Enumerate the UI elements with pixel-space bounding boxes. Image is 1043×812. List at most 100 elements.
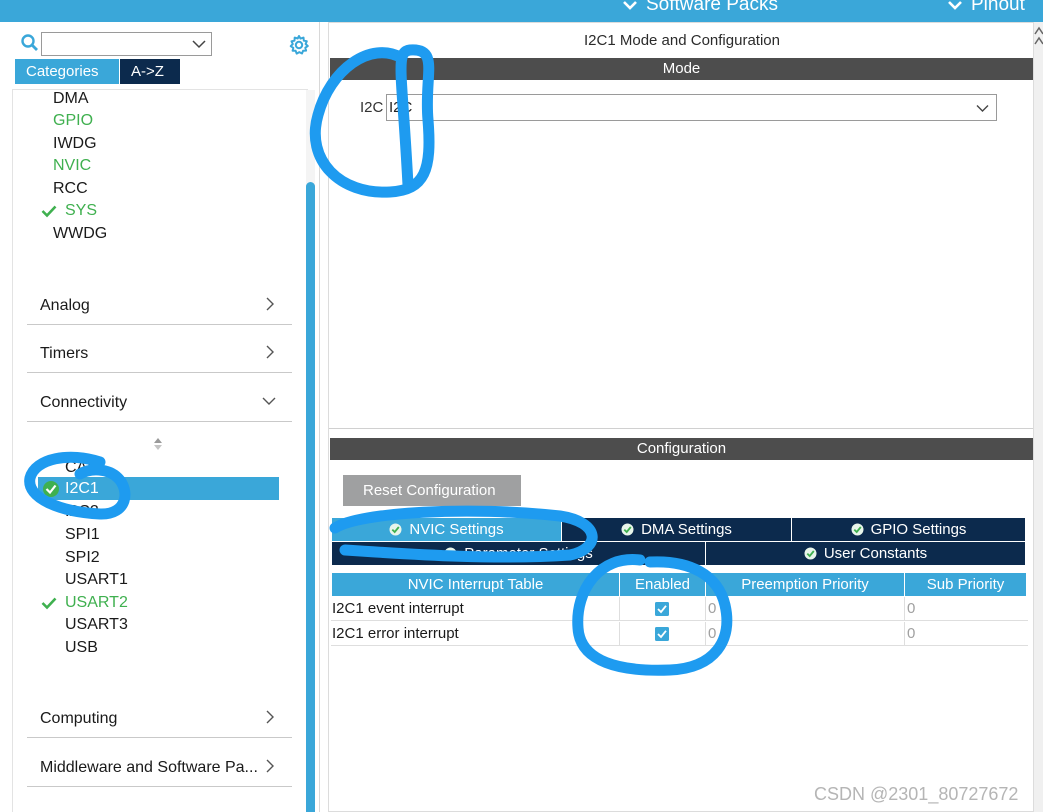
search-icon[interactable] [20, 33, 40, 53]
divider [705, 622, 706, 646]
ok-circle-icon [804, 547, 817, 560]
list-item-i2c1[interactable]: I2C1 [65, 479, 99, 499]
sort-icon[interactable] [152, 436, 164, 452]
ok-circle-icon [621, 523, 634, 536]
category-label: Connectivity [40, 394, 128, 411]
checkbox-checked-icon[interactable] [655, 602, 669, 616]
checkbox-checked-icon[interactable] [655, 627, 669, 641]
right-panel: I2C1 Mode and Configuration Mode I2C I2C… [328, 22, 1034, 812]
category-connectivity[interactable]: Connectivity [27, 392, 292, 422]
tab-label: DMA Settings [641, 521, 732, 538]
column-header-preemption-priority[interactable]: Preemption Priority [706, 573, 904, 596]
tab-label: GPIO Settings [870, 521, 967, 538]
mode-dropdown-value: I2C [389, 99, 413, 116]
chevron-down-icon[interactable] [192, 39, 206, 49]
chevron-right-icon [266, 710, 274, 724]
tab-a-z[interactable]: A->Z [120, 59, 180, 84]
tab-parameter-settings[interactable]: Parameter Settings [332, 542, 705, 565]
pinout-button[interactable]: Pinout [947, 0, 1025, 16]
mode-dropdown[interactable]: I2C [386, 94, 997, 121]
category-timers[interactable]: Timers [27, 343, 292, 373]
category-label: Analog [40, 297, 90, 314]
category-label: Middleware and Software Pa... [40, 759, 258, 776]
scrollbar-thumb[interactable] [306, 182, 315, 812]
tab-dma-settings[interactable]: DMA Settings [562, 518, 791, 541]
list-item-sys[interactable]: SYS [65, 201, 97, 221]
software-packs-label: Software Packs [646, 0, 778, 15]
list-item-wwdg[interactable]: WWDG [53, 224, 107, 244]
divider [619, 597, 620, 621]
chevron-right-icon [266, 297, 274, 311]
category-computing[interactable]: Computing [27, 708, 292, 738]
tab-label: Parameter Settings [464, 545, 593, 562]
chevron-down-icon [262, 397, 276, 405]
column-header-sub-priority[interactable]: Sub Priority [905, 573, 1026, 596]
tab-user-constants[interactable]: User Constants [706, 542, 1025, 565]
preemption-priority-value[interactable]: 0 [708, 597, 716, 621]
gear-icon[interactable] [288, 34, 310, 56]
tab-nvic-settings[interactable]: NVIC Settings [332, 518, 561, 541]
list-item-usart1[interactable]: USART1 [65, 570, 128, 590]
list-item-usb[interactable]: USB [65, 638, 98, 658]
table-row[interactable]: I2C1 event interrupt 0 0 [331, 597, 1028, 621]
list-item-can[interactable]: CAN [65, 458, 99, 478]
pinout-label: Pinout [971, 0, 1025, 15]
list-item-usart2[interactable]: USART2 [65, 593, 128, 613]
ok-circle-icon [43, 481, 59, 497]
category-label: Computing [40, 710, 118, 727]
list-item-iwdg[interactable]: IWDG [53, 134, 97, 154]
interrupt-name: I2C1 event interrupt [332, 600, 464, 617]
left-panel: Categories A->Z DMA GPIO IWDG NVIC RCC S… [0, 22, 320, 812]
chevron-right-icon [266, 759, 274, 773]
list-item-spi2[interactable]: SPI2 [65, 548, 100, 568]
watermark: CSDN @2301_80727672 [814, 784, 1019, 804]
mode-section-header: Mode [330, 58, 1033, 80]
divider [619, 622, 620, 646]
software-packs-button[interactable]: Software Packs [622, 0, 778, 16]
ok-circle-icon [389, 523, 402, 536]
tab-gpio-settings[interactable]: GPIO Settings [792, 518, 1025, 541]
reset-configuration-button[interactable]: Reset Configuration [343, 475, 521, 506]
sub-priority-value[interactable]: 0 [907, 597, 915, 621]
chevron-up-icon [1034, 26, 1043, 45]
category-tabs: Categories A->Z [15, 59, 180, 84]
divider [904, 597, 905, 621]
tab-categories[interactable]: Categories [15, 59, 119, 84]
configuration-section-header: Configuration [330, 438, 1033, 460]
interrupt-name: I2C1 error interrupt [332, 625, 459, 642]
list-item-i2c2[interactable]: I2C2 [65, 502, 99, 522]
tab-label: User Constants [823, 545, 928, 562]
category-label: Timers [40, 345, 89, 362]
chevron-down-icon [976, 105, 989, 112]
chevron-right-icon [266, 345, 274, 359]
right-edge-scrollbar[interactable] [1034, 22, 1043, 812]
mode-field-label: I2C [360, 99, 384, 116]
list-item-dma[interactable]: DMA [53, 89, 89, 109]
check-icon [41, 597, 57, 610]
top-toolbar: Software Packs Pinout [0, 0, 1043, 22]
sub-priority-value[interactable]: 0 [907, 622, 915, 646]
chevron-down-icon [623, 1, 637, 10]
preemption-priority-value[interactable]: 0 [708, 622, 716, 646]
list-item-spi1[interactable]: SPI1 [65, 525, 100, 545]
list-item-nvic[interactable]: NVIC [53, 156, 91, 176]
column-header-enabled[interactable]: Enabled [620, 573, 705, 596]
category-analog[interactable]: Analog [27, 295, 292, 325]
list-item-gpio[interactable]: GPIO [53, 111, 93, 131]
column-header-interrupt-table[interactable]: NVIC Interrupt Table [332, 573, 619, 596]
check-icon [41, 205, 57, 218]
divider [329, 428, 1033, 429]
table-row[interactable]: I2C1 error interrupt 0 0 [331, 622, 1028, 646]
search-input[interactable] [41, 32, 212, 56]
divider [705, 597, 706, 621]
search-row [18, 30, 318, 58]
divider [904, 622, 905, 646]
ok-circle-icon [851, 523, 864, 536]
panel-title: I2C1 Mode and Configuration [584, 32, 780, 49]
chevron-down-icon [948, 1, 962, 10]
tab-label: NVIC Settings [409, 521, 504, 538]
list-item-usart3[interactable]: USART3 [65, 615, 128, 635]
category-middleware[interactable]: Middleware and Software Pa... [27, 757, 292, 787]
ok-circle-icon [444, 547, 457, 560]
list-item-rcc[interactable]: RCC [53, 179, 88, 199]
